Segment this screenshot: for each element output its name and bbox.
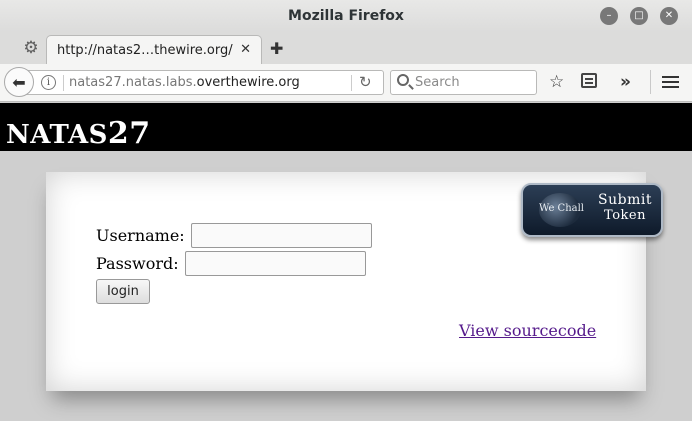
- gear-icon[interactable]: ⚙: [22, 39, 40, 57]
- minimize-icon[interactable]: –: [600, 7, 618, 25]
- back-button[interactable]: ⬅: [4, 67, 34, 97]
- info-icon[interactable]: i: [41, 75, 56, 90]
- wechall-logo: We Chall: [539, 203, 585, 214]
- new-tab-icon[interactable]: ✚: [270, 39, 283, 58]
- bookmark-star-icon[interactable]: ☆: [549, 71, 564, 93]
- close-tab-icon[interactable]: ✕: [240, 42, 251, 57]
- wechall-line2: Token: [604, 208, 646, 223]
- wechall-submit-token-button[interactable]: We Chall Submit Token: [521, 183, 663, 237]
- url-text[interactable]: natas27.natas.labs.overthewire.org: [69, 75, 300, 90]
- page-header: NATAS27: [0, 103, 692, 151]
- page-title: NATAS27: [6, 116, 151, 151]
- reload-divider: [351, 75, 352, 91]
- search-input[interactable]: [415, 73, 533, 92]
- navbar-divider: [650, 70, 651, 94]
- window-titlebar: Mozilla Firefox – □ ✕: [0, 0, 692, 32]
- password-row: Password:: [96, 251, 366, 276]
- wechall-label: Submit Token: [593, 192, 657, 224]
- tab-strip: ⚙ http://natas2…thewire.org/ ✕ ✚: [0, 32, 692, 64]
- wechall-line1: Submit: [598, 192, 652, 208]
- login-button[interactable]: login: [96, 279, 150, 304]
- window-controls: – □ ✕: [600, 7, 678, 25]
- view-sourcecode-link[interactable]: View sourcecode: [459, 321, 596, 340]
- page-title-number: 27: [107, 116, 151, 151]
- url-bar[interactable]: i natas27.natas.labs.overthewire.org ↻: [22, 70, 384, 95]
- reload-icon[interactable]: ↻: [359, 73, 372, 91]
- overflow-chevron-icon[interactable]: »: [620, 71, 631, 93]
- page-title-text: NATAS: [6, 120, 108, 150]
- hamburger-menu-icon[interactable]: [662, 76, 679, 78]
- url-divider: [63, 75, 64, 91]
- close-window-icon[interactable]: ✕: [660, 7, 678, 25]
- tab-title: http://natas2…thewire.org/: [57, 42, 233, 58]
- url-prefix: natas27.natas.labs.: [69, 75, 197, 90]
- reading-list-icon[interactable]: [581, 73, 597, 88]
- username-input[interactable]: [190, 223, 372, 248]
- url-domain: overthewire.org: [196, 75, 300, 90]
- maximize-icon[interactable]: □: [630, 7, 648, 25]
- browser-tab[interactable]: http://natas2…thewire.org/ ✕: [46, 35, 262, 64]
- back-arrow-icon: ⬅: [12, 72, 26, 92]
- search-icon: [397, 74, 409, 86]
- username-row: Username:: [96, 223, 372, 248]
- search-bar[interactable]: [390, 70, 537, 95]
- password-input[interactable]: [184, 251, 366, 276]
- username-label: Username:: [96, 226, 185, 245]
- window-title: Mozilla Firefox: [288, 8, 404, 24]
- navigation-bar: i natas27.natas.labs.overthewire.org ↻ ⬅…: [0, 64, 692, 102]
- password-label: Password:: [96, 254, 179, 273]
